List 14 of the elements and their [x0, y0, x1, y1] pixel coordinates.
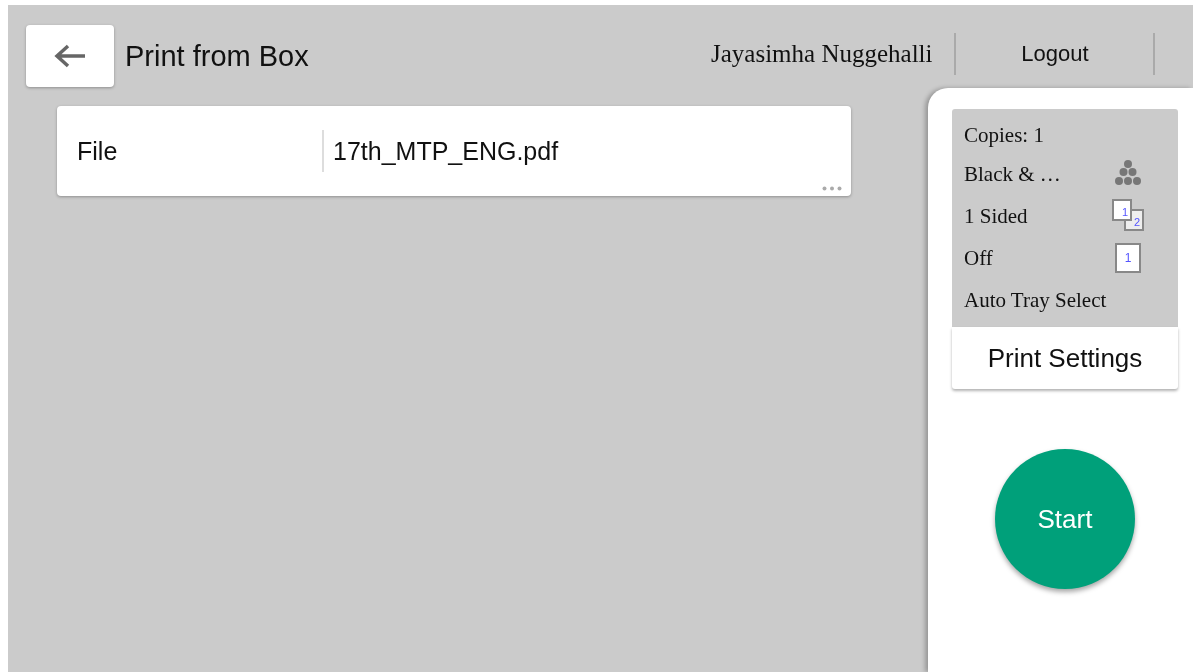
setting-text: Auto Tray Select: [964, 287, 1107, 313]
back-arrow-icon: [53, 44, 87, 68]
setting-text: Off: [964, 245, 993, 271]
page-title: Print from Box: [125, 39, 309, 73]
back-button[interactable]: [26, 25, 114, 87]
file-label: File: [76, 136, 119, 166]
logout-button[interactable]: Logout: [956, 33, 1156, 75]
print-settings-button[interactable]: Print Settings: [952, 327, 1178, 389]
page-icon: 1: [1115, 243, 1141, 273]
user-name: Jayasimha Nuggehalli: [711, 33, 957, 75]
setting-text: Copies: 1: [964, 122, 1044, 148]
setting-text: 1 Sided: [964, 203, 1028, 229]
setting-text: Black & …: [964, 161, 1061, 187]
file-name: 17th_MTP_ENG.pdf: [322, 130, 559, 172]
